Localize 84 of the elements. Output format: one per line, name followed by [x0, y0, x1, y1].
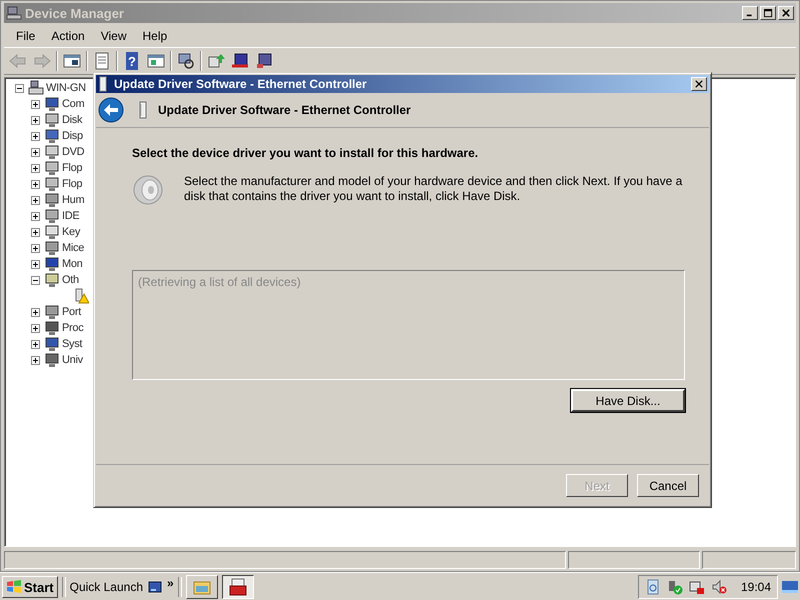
tree-item[interactable]: Hum: [62, 194, 84, 206]
tree-item[interactable]: Oth: [62, 274, 79, 286]
close-icon: [695, 80, 703, 88]
device-icon: [44, 160, 60, 176]
dialog-title: Update Driver Software - Ethernet Controller: [114, 77, 368, 91]
taskbar-button[interactable]: [222, 575, 254, 599]
expand-toggle[interactable]: [31, 308, 40, 316]
expand-toggle[interactable]: [31, 324, 40, 332]
expand-toggle[interactable]: [31, 100, 40, 108]
have-disk-button[interactable]: Have Disk...: [571, 389, 685, 412]
menu-item[interactable]: File: [8, 29, 44, 43]
device-icon: [44, 272, 60, 288]
device-icon: [44, 240, 60, 256]
expand-toggle[interactable]: [31, 356, 40, 364]
speaker-icon: [132, 174, 164, 206]
speaker-muted-icon[interactable]: [710, 579, 727, 595]
document-search-icon[interactable]: [644, 579, 661, 595]
device-icon: [44, 352, 60, 368]
device-icon: [44, 304, 60, 320]
tree-item[interactable]: Mice: [62, 242, 84, 254]
expand-toggle[interactable]: [31, 116, 40, 124]
tree-item[interactable]: Key: [62, 226, 80, 238]
device-icon: [44, 192, 60, 208]
expand-toggle[interactable]: [31, 244, 40, 252]
toolbar-label: Quick Launch: [70, 580, 144, 594]
tree-item[interactable]: Disk: [62, 114, 82, 126]
menu-item[interactable]: Help: [134, 29, 176, 43]
computer-icon: [6, 5, 22, 21]
warning-icon[interactable]: [73, 288, 89, 304]
tree-item[interactable]: Flop: [62, 162, 82, 174]
show-desktop-icon[interactable]: [782, 579, 798, 595]
start-button[interactable]: Start: [2, 576, 58, 598]
expand-toggle[interactable]: [31, 276, 40, 284]
tree-item[interactable]: Flop: [62, 178, 82, 190]
expand-toggle[interactable]: [31, 260, 40, 268]
collapse-toggle[interactable]: [15, 84, 24, 92]
clock[interactable]: 19:04: [740, 580, 771, 594]
close-button[interactable]: [691, 77, 707, 91]
list-status: (Retrieving a list of all devices): [138, 275, 301, 289]
tree-item[interactable]: Univ: [62, 354, 83, 366]
computer-icon: [28, 80, 44, 96]
tree-item[interactable]: Syst: [62, 338, 82, 350]
device-icon: [44, 256, 60, 272]
expand-toggle[interactable]: [31, 180, 40, 188]
close-icon: [782, 9, 790, 17]
device-icon: [44, 176, 60, 192]
device-icon: [44, 128, 60, 144]
network-error-icon[interactable]: [688, 579, 705, 595]
chevron-button[interactable]: »: [167, 576, 174, 590]
tree-item[interactable]: Com: [62, 98, 84, 110]
expand-toggle[interactable]: [31, 132, 40, 140]
device-icon: [44, 96, 60, 112]
device-icon: [44, 208, 60, 224]
tree-item[interactable]: WIN-GN: [46, 82, 86, 94]
server-manager-icon[interactable]: [147, 579, 164, 595]
network-ok-icon[interactable]: [666, 579, 683, 595]
tree-item[interactable]: Disp: [62, 130, 83, 142]
expand-toggle[interactable]: [31, 148, 40, 156]
menu-item[interactable]: Action: [43, 29, 93, 43]
tree-item[interactable]: IDE: [62, 210, 80, 222]
tree-item[interactable]: Proc: [62, 322, 84, 334]
device-icon: [44, 144, 60, 160]
window-title: Device Manager: [25, 6, 125, 20]
tree-item[interactable]: DVD: [62, 146, 84, 158]
instruction-text: Select the manufacturer and model of your hardware device and then click Next. If you have a disk that contains the driver you want to install, click Have Disk.: [184, 174, 684, 205]
toolbox-icon: [228, 577, 248, 597]
instruction-heading: Select the device driver you want to install for this hardware.: [132, 146, 480, 160]
device-icon: [44, 112, 60, 128]
expand-toggle[interactable]: [31, 196, 40, 204]
device-icon: [44, 224, 60, 240]
menu-item[interactable]: View: [92, 29, 134, 43]
windows-flag-icon: [6, 579, 22, 595]
tree-item[interactable]: Mon: [62, 258, 82, 270]
expand-toggle[interactable]: [31, 212, 40, 220]
expand-toggle[interactable]: [31, 340, 40, 348]
maximize-icon: [764, 8, 772, 18]
tree-item[interactable]: Port: [62, 306, 81, 318]
expand-toggle[interactable]: [31, 164, 40, 172]
expand-toggle[interactable]: [31, 228, 40, 236]
device-icon: [44, 336, 60, 352]
device-icon: [44, 320, 60, 336]
back-button[interactable]: [98, 97, 124, 123]
dialog-button[interactable]: Cancel: [637, 474, 699, 497]
dialog-header: Update Driver Software - Ethernet Controller: [158, 103, 411, 117]
